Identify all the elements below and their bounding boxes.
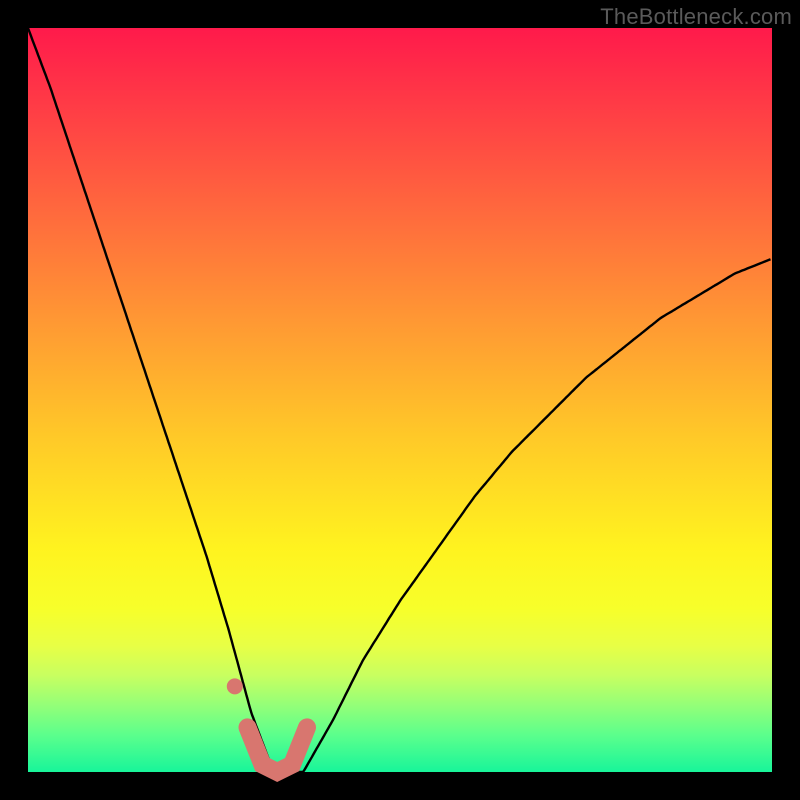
bottleneck-curve-svg [28,28,772,772]
chart-frame: TheBottleneck.com [0,0,800,800]
watermark-text: TheBottleneck.com [600,4,792,30]
optimal-range-marker [248,727,308,772]
plot-area [28,28,772,772]
bottleneck-curve [28,28,771,772]
optimal-point-marker [227,678,243,694]
